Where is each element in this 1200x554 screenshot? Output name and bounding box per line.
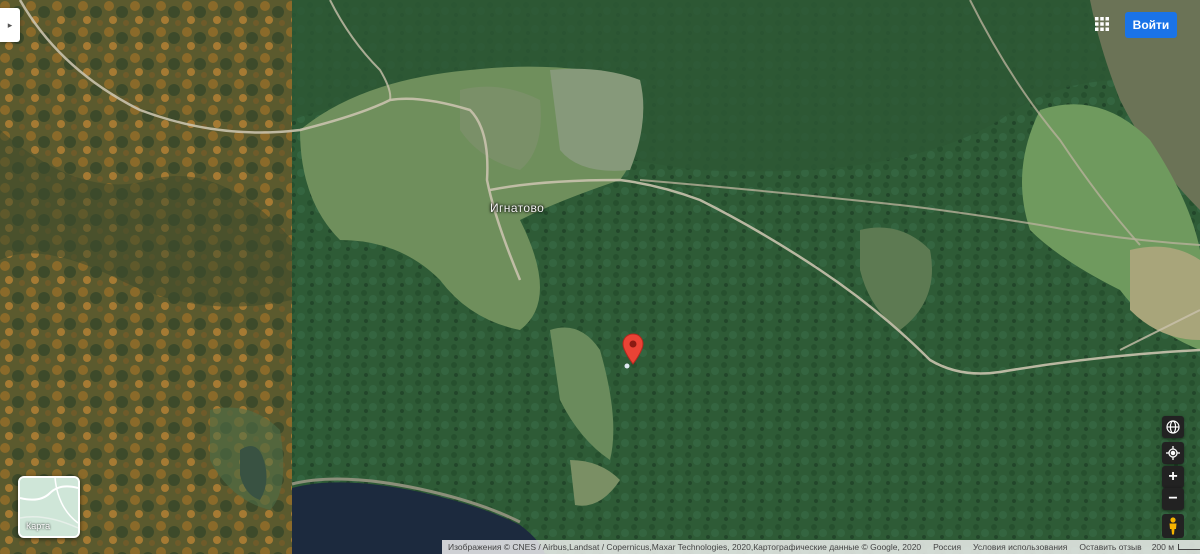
map-layer-label: Карта xyxy=(26,521,51,531)
zoom-in-button[interactable]: + xyxy=(1162,466,1184,488)
scale-control[interactable]: 200 м xyxy=(1148,542,1200,552)
chevron-right-icon: ▸ xyxy=(7,19,13,30)
expand-side-panel-button[interactable]: ▸ xyxy=(0,8,20,42)
zoom-out-button[interactable]: − xyxy=(1162,488,1184,510)
apps-grid-icon[interactable] xyxy=(1090,12,1114,36)
region-link[interactable]: Россия xyxy=(927,542,967,552)
my-location-icon[interactable] xyxy=(1162,442,1184,464)
map-layer-toggle[interactable]: Карта xyxy=(18,476,80,538)
satellite-map[interactable] xyxy=(0,0,1200,554)
location-pin-icon[interactable] xyxy=(622,333,644,365)
scale-bar xyxy=(1178,544,1200,550)
attribution-text: Изображения © CNES / Airbus,Landsat / Co… xyxy=(448,542,922,552)
place-label-ignatovo[interactable]: Игнатово xyxy=(490,201,544,215)
feedback-link[interactable]: Оставить отзыв xyxy=(1073,542,1147,552)
scale-label: 200 м xyxy=(1151,542,1175,552)
signin-button[interactable]: Войти xyxy=(1125,12,1177,38)
pegman-icon[interactable] xyxy=(1162,514,1184,538)
terms-link[interactable]: Условия использования xyxy=(967,542,1073,552)
globe-icon[interactable] xyxy=(1162,416,1184,438)
map-footer: Изображения © CNES / Airbus,Landsat / Co… xyxy=(442,540,1200,554)
